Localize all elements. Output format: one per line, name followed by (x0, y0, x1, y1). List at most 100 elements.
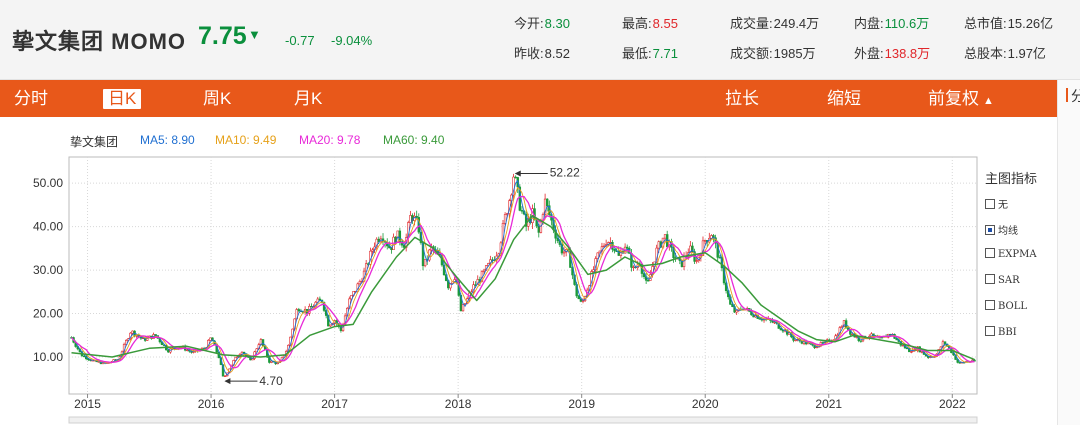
candle-body (625, 246, 629, 249)
candle-body (297, 309, 301, 312)
stat-inner-volume-value: 110.6万 (884, 16, 930, 31)
checkbox-icon[interactable] (985, 274, 995, 284)
candle-body (131, 330, 134, 334)
candle-body (718, 257, 722, 259)
candle-body (958, 362, 961, 364)
stat-low: 最低:7.71 (622, 43, 678, 62)
indicator-option-1[interactable]: 均线 (985, 222, 1018, 237)
plot-area (68, 156, 978, 395)
stat-market-cap-value: 15.26亿 (1007, 16, 1054, 31)
stat-turnover: 成交额:1985万 (730, 43, 816, 62)
y-tick-label: 20.00 (33, 307, 63, 321)
annotation-low-label: 4.70 (259, 374, 283, 388)
candle-body (167, 349, 170, 353)
indicator-option-5[interactable]: BBI (985, 326, 1017, 338)
candlestick-chart[interactable]: 10.0020.0030.0040.0050.00 2015 2016 2017 20… (0, 117, 1057, 425)
indicator-option-label: 无 (998, 200, 1008, 211)
stat-open-label: 今开: (514, 16, 544, 31)
candle-body (514, 176, 517, 179)
stat-total-shares: 总股本:1.97亿 (964, 43, 1046, 62)
tab-intraday[interactable]: 分时 (14, 80, 48, 117)
candle-body (703, 240, 707, 242)
candle-body (154, 334, 157, 336)
stat-high-label: 最高: (622, 16, 652, 31)
stat-turnover-value: 1985万 (773, 46, 816, 61)
x-tick-label: 2022 (939, 397, 966, 411)
candle-body (647, 280, 650, 282)
price-down-arrow-icon: ▼ (248, 27, 261, 42)
tab-daily-k[interactable]: 日K (103, 89, 142, 109)
candle-body (520, 210, 524, 212)
candle-body (310, 305, 313, 308)
zoom-in-button[interactable]: 拉长 (725, 80, 759, 117)
candle-body (901, 344, 905, 347)
candle-body (209, 337, 212, 341)
candle-body (482, 269, 486, 272)
x-tick-label: 2021 (815, 397, 842, 411)
zoom-out-button[interactable]: 缩短 (827, 80, 861, 117)
adjust-dropdown[interactable]: 前复权 ▲ (928, 80, 994, 117)
stat-volume-label: 成交量: (730, 16, 773, 31)
candle-body (546, 198, 549, 207)
chart-toolbar: 分时 日K 周K 月K 拉长 缩短 前复权 ▲ (0, 80, 1057, 117)
indicator-option-label: BBI (998, 327, 1017, 338)
stat-total-shares-value: 1.97亿 (1007, 46, 1046, 61)
stat-total-shares-label: 总股本: (964, 46, 1007, 61)
candle-body (657, 241, 660, 249)
indicator-option-label: SAR (998, 275, 1020, 286)
candle-body (910, 351, 913, 353)
stock-name: 挚文集团 MOMO (12, 24, 186, 56)
y-tick-label: 50.00 (33, 176, 63, 190)
indicator-option-4[interactable]: BOLL (985, 300, 1027, 312)
annotation-high-label: 52.22 (550, 165, 580, 179)
candle-body (794, 339, 797, 342)
stock-ticker: MOMO (111, 29, 187, 54)
y-axis-ticks: 10.00 20.00 30.00 40.00 50.00 (33, 176, 63, 364)
candle-body (415, 215, 418, 218)
stat-inner-volume-label: 内盘: (854, 16, 884, 31)
stat-volume: 成交量:249.4万 (730, 13, 819, 32)
candle-body (270, 360, 273, 363)
y-tick-label: 40.00 (33, 220, 63, 234)
indicator-option-0[interactable]: 无 (985, 196, 1008, 211)
x-tick-label: 2016 (198, 397, 225, 411)
candle-body (423, 259, 427, 267)
right-side-panel: 分 (1057, 80, 1080, 425)
checkbox-icon[interactable] (985, 225, 995, 235)
stat-outer-volume: 外盘:138.8万 (854, 43, 930, 62)
candle-body (409, 215, 412, 223)
x-tick-label: 2015 (74, 397, 101, 411)
checkbox-icon[interactable] (985, 248, 995, 258)
stat-volume-value: 249.4万 (773, 16, 820, 31)
candle-body (461, 304, 465, 312)
caret-up-icon: ▲ (983, 95, 994, 107)
chart-bottom-strip (68, 416, 978, 424)
stat-turnover-label: 成交额: (730, 46, 773, 61)
indicator-option-label: EXPMA (998, 249, 1037, 260)
y-tick-label: 30.00 (33, 263, 63, 277)
stat-open: 今开:8.30 (514, 13, 570, 32)
checkbox-icon[interactable] (985, 326, 995, 336)
candle-body (318, 298, 322, 301)
stat-open-value: 8.30 (544, 16, 570, 31)
candle-body (859, 340, 863, 342)
candle-body (371, 249, 374, 252)
tab-weekly-k[interactable]: 周K (203, 80, 231, 117)
candle-body (663, 234, 667, 239)
x-tick-label: 2020 (692, 397, 719, 411)
indicator-option-3[interactable]: SAR (985, 274, 1020, 286)
stat-prev-close-value: 8.52 (544, 46, 570, 61)
x-tick-label: 2017 (321, 397, 348, 411)
candle-body (82, 355, 86, 358)
stat-outer-volume-label: 外盘: (854, 46, 884, 61)
candle-body (537, 225, 540, 233)
candle-body (815, 346, 818, 349)
adjust-label: 前复权 (928, 89, 979, 108)
candle-body (735, 310, 738, 313)
candle-body (223, 375, 227, 378)
indicator-option-2[interactable]: EXPMA (985, 248, 1037, 260)
checkbox-icon[interactable] (985, 199, 995, 209)
tab-monthly-k[interactable]: 月K (294, 80, 322, 117)
checkbox-icon[interactable] (985, 300, 995, 310)
candle-body (329, 324, 332, 327)
